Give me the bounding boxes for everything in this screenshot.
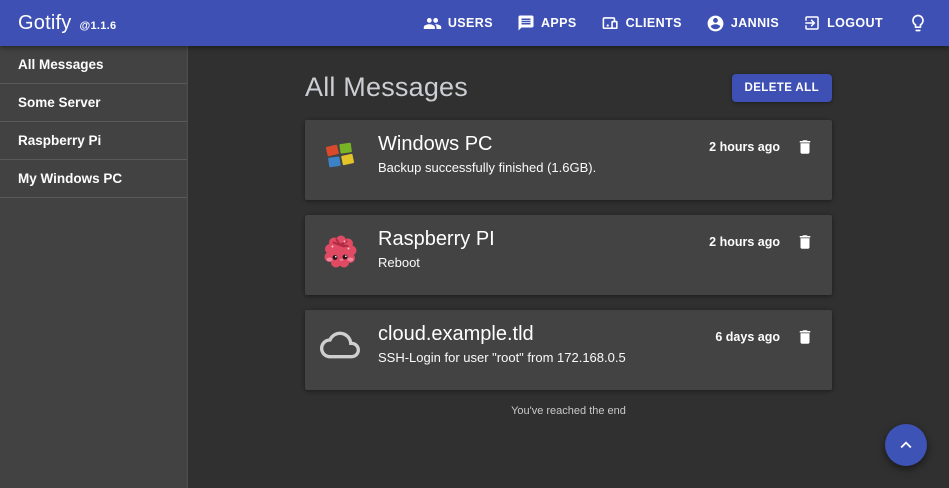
trash-icon [796, 328, 814, 346]
message-meta: 2 hours ago [709, 135, 817, 159]
account-circle-icon [706, 14, 725, 33]
sidebar-item-label: All Messages [18, 57, 104, 72]
raspberry-icon [320, 230, 360, 270]
logout-icon [803, 14, 821, 32]
message-title: cloud.example.tld [378, 323, 715, 346]
message-timestamp: 6 days ago [715, 330, 780, 344]
message-timestamp: 2 hours ago [709, 235, 780, 249]
sidebar-item-all-messages[interactable]: All Messages [0, 46, 187, 84]
message-title: Raspberry PI [378, 228, 709, 251]
sidebar-item-label: Raspberry Pi [18, 133, 101, 148]
delete-all-button[interactable]: DELETE ALL [732, 74, 833, 102]
nav-apps-label: APPS [541, 16, 577, 30]
delete-message-button[interactable] [793, 230, 817, 254]
users-icon [423, 14, 442, 33]
message-card-raspberry-pi: Raspberry PI Reboot 2 hours ago [305, 215, 832, 295]
trash-icon [796, 138, 814, 156]
sidebar: All Messages Some Server Raspberry Pi My… [0, 46, 188, 488]
app-title: Gotify [18, 12, 71, 35]
sidebar-item-label: Some Server [18, 95, 101, 110]
message-meta: 2 hours ago [709, 230, 817, 254]
chevron-up-icon [895, 434, 917, 456]
nav-apps-button[interactable]: APPS [507, 6, 587, 40]
message-meta: 6 days ago [715, 325, 817, 349]
app-bar: Gotify @1.1.6 USERS APPS CLIENTS JANNIS … [0, 0, 949, 46]
page-header: All Messages DELETE ALL [305, 72, 832, 103]
lightbulb-icon [908, 13, 928, 33]
message-timestamp: 2 hours ago [709, 140, 780, 154]
main-content: All Messages DELETE ALL Windows PC Backu… [188, 46, 949, 488]
scroll-to-top-button[interactable] [885, 424, 927, 466]
sidebar-item-raspberry-pi[interactable]: Raspberry Pi [0, 122, 187, 160]
nav-users-button[interactable]: USERS [413, 6, 503, 41]
end-of-list-text: You've reached the end [305, 405, 832, 417]
delete-message-button[interactable] [793, 325, 817, 349]
nav-logout-button[interactable]: LOGOUT [793, 6, 893, 40]
sidebar-item-my-windows-pc[interactable]: My Windows PC [0, 160, 187, 198]
chat-icon [517, 14, 535, 32]
sidebar-item-label: My Windows PC [18, 171, 122, 186]
trash-icon [796, 233, 814, 251]
message-card-windows-pc: Windows PC Backup successfully finished … [305, 120, 832, 200]
cloud-icon [320, 325, 360, 365]
app-version: @1.1.6 [79, 20, 116, 32]
nav-users-label: USERS [448, 16, 493, 30]
message-text: SSH-Login for user "root" from 172.168.0… [378, 349, 715, 366]
nav-user-button[interactable]: JANNIS [696, 6, 789, 41]
devices-icon [601, 14, 620, 33]
message-title: Windows PC [378, 133, 709, 156]
nav-user-label: JANNIS [731, 16, 779, 30]
page-title: All Messages [305, 72, 468, 103]
message-card-cloud: cloud.example.tld SSH-Login for user "ro… [305, 310, 832, 390]
delete-message-button[interactable] [793, 135, 817, 159]
brand: Gotify @1.1.6 [18, 12, 116, 35]
theme-toggle-button[interactable] [901, 6, 935, 40]
nav-clients-button[interactable]: CLIENTS [591, 6, 692, 41]
message-text: Backup successfully finished (1.6GB). [378, 159, 709, 176]
windows-logo-icon [320, 135, 360, 175]
sidebar-item-some-server[interactable]: Some Server [0, 84, 187, 122]
nav-clients-label: CLIENTS [626, 16, 682, 30]
top-nav: USERS APPS CLIENTS JANNIS LOGOUT [409, 6, 935, 41]
nav-logout-label: LOGOUT [827, 16, 883, 30]
message-text: Reboot [378, 254, 709, 271]
